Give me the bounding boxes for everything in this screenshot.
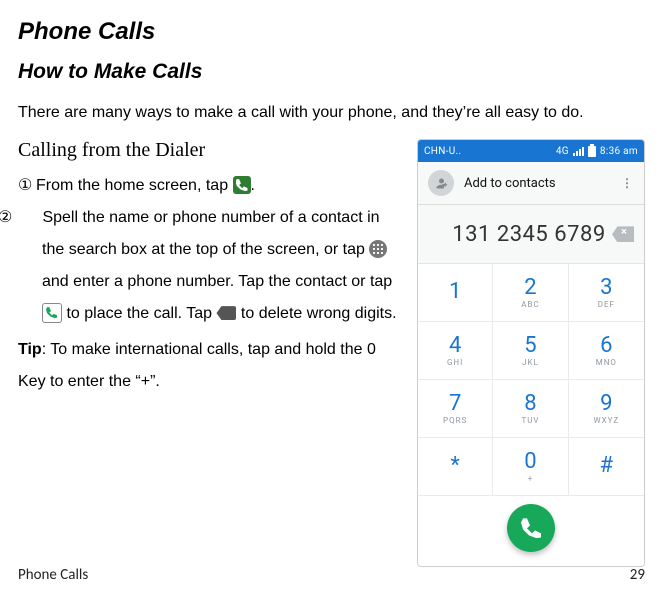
step-2-text-a: Spell the name or phone number of a cont… bbox=[38, 209, 380, 258]
heading-phone-calls: Phone Calls bbox=[18, 18, 645, 46]
step-1-text-a: From the home screen, tap bbox=[36, 177, 233, 194]
call-button[interactable] bbox=[507, 504, 555, 552]
heading-calling-from-dialer: Calling from the Dialer bbox=[18, 139, 405, 162]
more-icon[interactable]: ⋮ bbox=[621, 176, 634, 190]
key-star[interactable]: * bbox=[418, 438, 493, 496]
add-to-contacts-label: Add to contacts bbox=[464, 176, 611, 191]
backspace-button[interactable] bbox=[612, 226, 634, 242]
status-time: 8:36 am bbox=[600, 146, 638, 157]
phone-app-icon bbox=[233, 176, 251, 194]
number-display: 131 2345 6789 bbox=[418, 205, 644, 264]
key-9[interactable]: 9WXYZ bbox=[569, 380, 644, 438]
signal-icon bbox=[573, 147, 584, 156]
content-row: Calling from the Dialer ①From the home s… bbox=[18, 139, 645, 567]
instructions-column: Calling from the Dialer ①From the home s… bbox=[18, 139, 405, 398]
status-carrier: CHN-U.. bbox=[424, 146, 461, 157]
key-1[interactable]: 1 bbox=[418, 264, 493, 322]
phone-screenshot: CHN-U.. 4G 8:36 am Add to contacts ⋮ 131… bbox=[417, 139, 645, 567]
call-fab-row bbox=[418, 496, 644, 566]
call-icon bbox=[42, 303, 62, 323]
step-2-text-c: to place the call. Tap bbox=[62, 305, 216, 322]
page-footer: Phone Calls 29 bbox=[18, 566, 645, 584]
dial-keypad: 1 2ABC 3DEF 4GHI 5JKL 6MNO 7PQRS 8TUV 9W… bbox=[418, 264, 644, 496]
key-6[interactable]: 6MNO bbox=[569, 322, 644, 380]
key-4[interactable]: 4GHI bbox=[418, 322, 493, 380]
key-2[interactable]: 2ABC bbox=[493, 264, 568, 322]
heading-how-to-make-calls: How to Make Calls bbox=[18, 60, 645, 84]
tip-label: Tip bbox=[18, 341, 42, 358]
key-5[interactable]: 5JKL bbox=[493, 322, 568, 380]
step-2-text-b: and enter a phone number. Tap the contac… bbox=[42, 273, 392, 290]
contact-avatar-icon bbox=[428, 170, 454, 196]
step-1: ①From the home screen, tap . bbox=[18, 170, 405, 202]
footer-section: Phone Calls bbox=[18, 566, 88, 584]
battery-icon bbox=[588, 146, 596, 157]
key-3[interactable]: 3DEF bbox=[569, 264, 644, 322]
step-2-marker: ② bbox=[20, 202, 38, 234]
add-to-contacts-row[interactable]: Add to contacts ⋮ bbox=[418, 162, 644, 205]
status-net: 4G bbox=[556, 146, 569, 157]
tip-text: : To make international calls, tap and h… bbox=[18, 341, 376, 390]
entered-number: 131 2345 6789 bbox=[428, 222, 612, 247]
key-0[interactable]: 0+ bbox=[493, 438, 568, 496]
key-hash[interactable]: # bbox=[569, 438, 644, 496]
key-8[interactable]: 8TUV bbox=[493, 380, 568, 438]
page: Phone Calls How to Make Calls There are … bbox=[0, 0, 659, 598]
status-bar: CHN-U.. 4G 8:36 am bbox=[418, 140, 644, 162]
step-1-text-b: . bbox=[251, 177, 255, 194]
tip: Tip: To make international calls, tap an… bbox=[18, 334, 405, 398]
dialpad-icon bbox=[369, 240, 387, 258]
step-1-marker: ① bbox=[18, 170, 36, 202]
step-2-text-d: to delete wrong digits. bbox=[236, 305, 396, 322]
key-7[interactable]: 7PQRS bbox=[418, 380, 493, 438]
footer-page-number: 29 bbox=[630, 566, 645, 584]
step-2: ② Spell the name or phone number of a co… bbox=[18, 202, 405, 330]
backspace-icon bbox=[216, 306, 236, 320]
intro-text: There are many ways to make a call with … bbox=[18, 102, 645, 124]
